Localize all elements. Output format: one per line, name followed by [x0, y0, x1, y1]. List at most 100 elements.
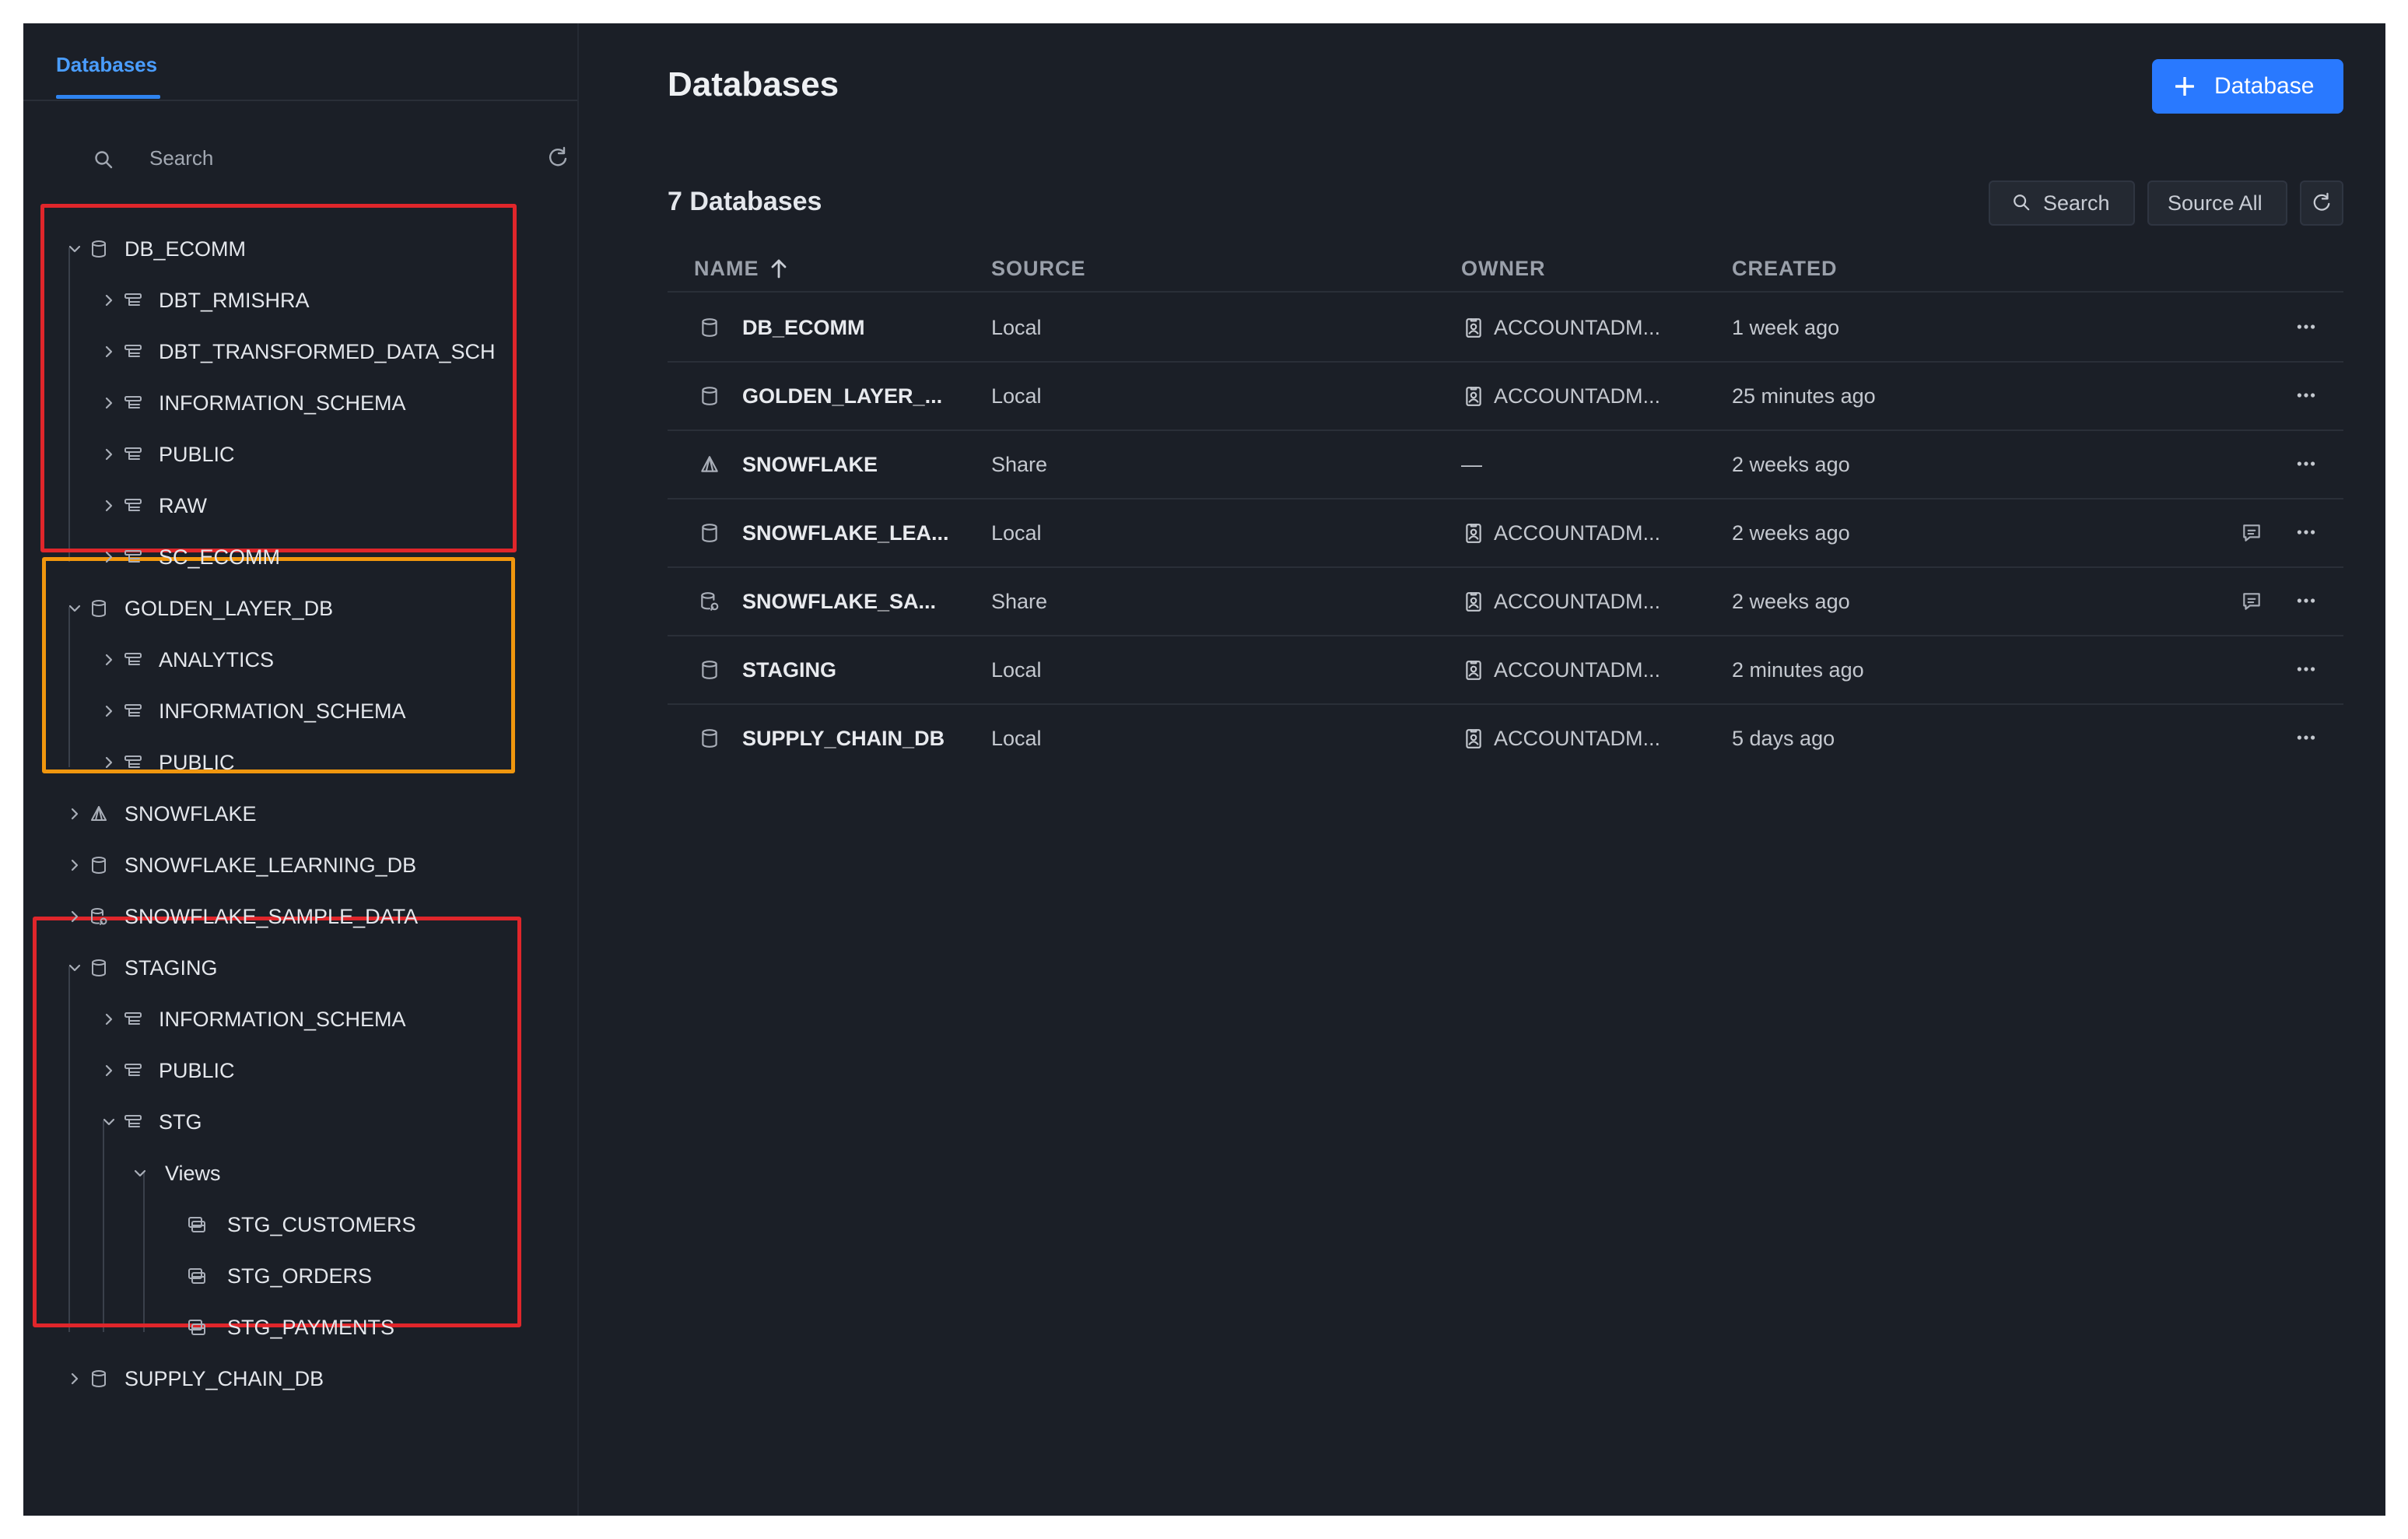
table-search-label: Search	[2043, 191, 2110, 215]
database-name[interactable]: SUPPLY_CHAIN_DB	[742, 719, 945, 758]
owner-role-icon	[1466, 661, 1481, 680]
tree-item-supply-chain-db[interactable]: SUPPLY_CHAIN_DB	[23, 1360, 568, 1397]
chevron-right-icon[interactable]	[101, 293, 117, 308]
chevron-right-icon[interactable]	[101, 703, 117, 719]
tree-item-information-schema[interactable]: INFORMATION_SCHEMA	[23, 692, 568, 730]
table-row[interactable]: DB_ECOMM Local ACCOUNTADM... 1 week ago	[668, 294, 2343, 361]
database-icon	[702, 387, 717, 405]
search-placeholder: Search	[149, 146, 214, 170]
table-search-button[interactable]: Search	[1989, 181, 2135, 226]
comment-icon	[2243, 524, 2260, 542]
tree-item-snowflake[interactable]: SNOWFLAKE	[23, 795, 568, 833]
database-name[interactable]: GOLDEN_LAYER_...	[742, 377, 942, 415]
tree-item-information-schema[interactable]: INFORMATION_SCHEMA	[23, 384, 568, 422]
chevron-down-icon[interactable]	[132, 1166, 148, 1181]
more-actions-icon[interactable]	[2295, 316, 2317, 338]
chevron-down-icon[interactable]	[101, 1114, 117, 1130]
tree-item-snowflake-sample-data[interactable]: SNOWFLAKE_SAMPLE_DATA	[23, 898, 568, 935]
more-actions-icon[interactable]	[2295, 590, 2317, 612]
table-row[interactable]: SNOWFLAKE_SA... Share ACCOUNTADM... 2 weeks…	[668, 568, 2343, 635]
tab-databases[interactable]: Databases	[56, 53, 157, 77]
chevron-right-icon[interactable]	[67, 857, 82, 873]
column-header-source[interactable]: SOURCE	[991, 251, 1086, 286]
more-actions-icon[interactable]	[2295, 453, 2317, 475]
tree-item-stg-payments[interactable]: STG_PAYMENTS	[23, 1309, 568, 1346]
tree-item-snowflake-learning-db[interactable]: SNOWFLAKE_LEARNING_DB	[23, 847, 568, 884]
chevron-right-icon[interactable]	[101, 498, 117, 514]
table-refresh-button[interactable]	[2300, 181, 2343, 226]
shared-database-icon	[701, 592, 719, 611]
tree-item-information-schema[interactable]: INFORMATION_SCHEMA	[23, 1001, 568, 1038]
tree-item-stg-orders[interactable]: STG_ORDERS	[23, 1257, 568, 1295]
chevron-right-icon[interactable]	[101, 447, 117, 462]
chevron-right-icon[interactable]	[67, 806, 82, 822]
tree-item-golden-layer-db[interactable]: GOLDEN_LAYER_DB	[23, 590, 568, 627]
more-actions-icon[interactable]	[2295, 521, 2317, 543]
database-created: 2 weeks ago	[1732, 453, 1850, 476]
database-source: Local	[991, 384, 1042, 408]
sort-ascending-icon	[771, 259, 787, 279]
tree-item-label: SC_ECOMM	[159, 545, 281, 569]
table-row[interactable]: SUPPLY_CHAIN_DB Local ACCOUNTADM... 5 days …	[668, 705, 2343, 772]
table-row[interactable]: GOLDEN_LAYER_... Local ACCOUNTADM... 25 min…	[668, 363, 2343, 429]
column-header-name[interactable]: NAME	[694, 251, 787, 286]
chevron-down-icon[interactable]	[67, 241, 82, 257]
database-source: Local	[991, 658, 1042, 682]
database-name[interactable]: SNOWFLAKE	[742, 445, 878, 484]
tree-item-views[interactable]: Views	[23, 1155, 568, 1192]
table-row[interactable]: SNOWFLAKE Share — 2 weeks ago	[668, 431, 2343, 498]
schema-icon	[124, 1115, 142, 1127]
tree-item-public[interactable]: PUBLIC	[23, 436, 568, 473]
tree-item-label: INFORMATION_SCHEMA	[159, 391, 406, 415]
owner-role-icon	[1466, 592, 1481, 612]
owner-role-icon	[1466, 318, 1481, 338]
chevron-right-icon[interactable]	[101, 344, 117, 359]
database-name[interactable]: DB_ECOMM	[742, 308, 865, 347]
share-icon	[701, 456, 718, 472]
table-row[interactable]: STAGING Local ACCOUNTADM... 2 minutes ago	[668, 636, 2343, 703]
chevron-right-icon[interactable]	[101, 1063, 117, 1078]
chevron-right-icon[interactable]	[101, 395, 117, 411]
more-actions-icon[interactable]	[2295, 384, 2317, 406]
chevron-right-icon[interactable]	[67, 909, 82, 924]
tree-item-stg-customers[interactable]: STG_CUSTOMERS	[23, 1206, 568, 1243]
database-name[interactable]: STAGING	[742, 650, 836, 689]
tree-item-sc-ecomm[interactable]: SC_ECOMM	[23, 538, 568, 576]
owner-role-icon	[1466, 729, 1481, 748]
chevron-down-icon[interactable]	[67, 601, 82, 616]
tree-item-dbt-transformed-data-sch[interactable]: DBT_TRANSFORMED_DATA_SCH	[23, 333, 568, 370]
chevron-right-icon[interactable]	[101, 652, 117, 668]
chevron-right-icon[interactable]	[67, 1371, 82, 1387]
tree-item-analytics[interactable]: ANALYTICS	[23, 641, 568, 678]
source-filter-label: Source All	[2168, 191, 2263, 215]
database-name[interactable]: SNOWFLAKE_SA...	[742, 582, 936, 621]
add-database-button[interactable]: Database	[2152, 59, 2343, 114]
refresh-icon[interactable]	[546, 146, 570, 170]
tree-item-label: INFORMATION_SCHEMA	[159, 1008, 406, 1031]
more-actions-icon[interactable]	[2295, 727, 2317, 748]
more-actions-icon[interactable]	[2295, 658, 2317, 680]
column-header-name-label: NAME	[694, 257, 759, 280]
database-owner: —	[1461, 453, 1482, 476]
tree-item-raw[interactable]: RAW	[23, 487, 568, 524]
schema-icon	[124, 1012, 142, 1025]
schema-icon	[124, 653, 142, 665]
tree-item-public[interactable]: PUBLIC	[23, 744, 568, 781]
schema-icon	[124, 755, 142, 768]
tree-item-dbt-rmishra[interactable]: DBT_RMISHRA	[23, 282, 568, 319]
database-name[interactable]: SNOWFLAKE_LEA...	[742, 514, 949, 552]
column-header-owner[interactable]: OWNER	[1461, 251, 1546, 286]
chevron-down-icon[interactable]	[67, 960, 82, 976]
tree-item-db-ecomm[interactable]: DB_ECOMM	[23, 230, 568, 268]
source-filter-dropdown[interactable]: Source All	[2147, 181, 2287, 226]
tree-item-stg[interactable]: STG	[23, 1103, 568, 1141]
chevron-right-icon[interactable]	[101, 1011, 117, 1027]
tree-item-staging[interactable]: STAGING	[23, 949, 568, 987]
tree-item-public[interactable]: PUBLIC	[23, 1052, 568, 1089]
sidebar-search-input[interactable]: Search	[70, 138, 567, 181]
table-row[interactable]: SNOWFLAKE_LEA... Local ACCOUNTADM... 2 week…	[668, 500, 2343, 566]
schema-icon	[124, 345, 142, 357]
column-header-created[interactable]: CREATED	[1732, 251, 1838, 286]
chevron-right-icon[interactable]	[101, 755, 117, 770]
chevron-right-icon[interactable]	[101, 549, 117, 565]
